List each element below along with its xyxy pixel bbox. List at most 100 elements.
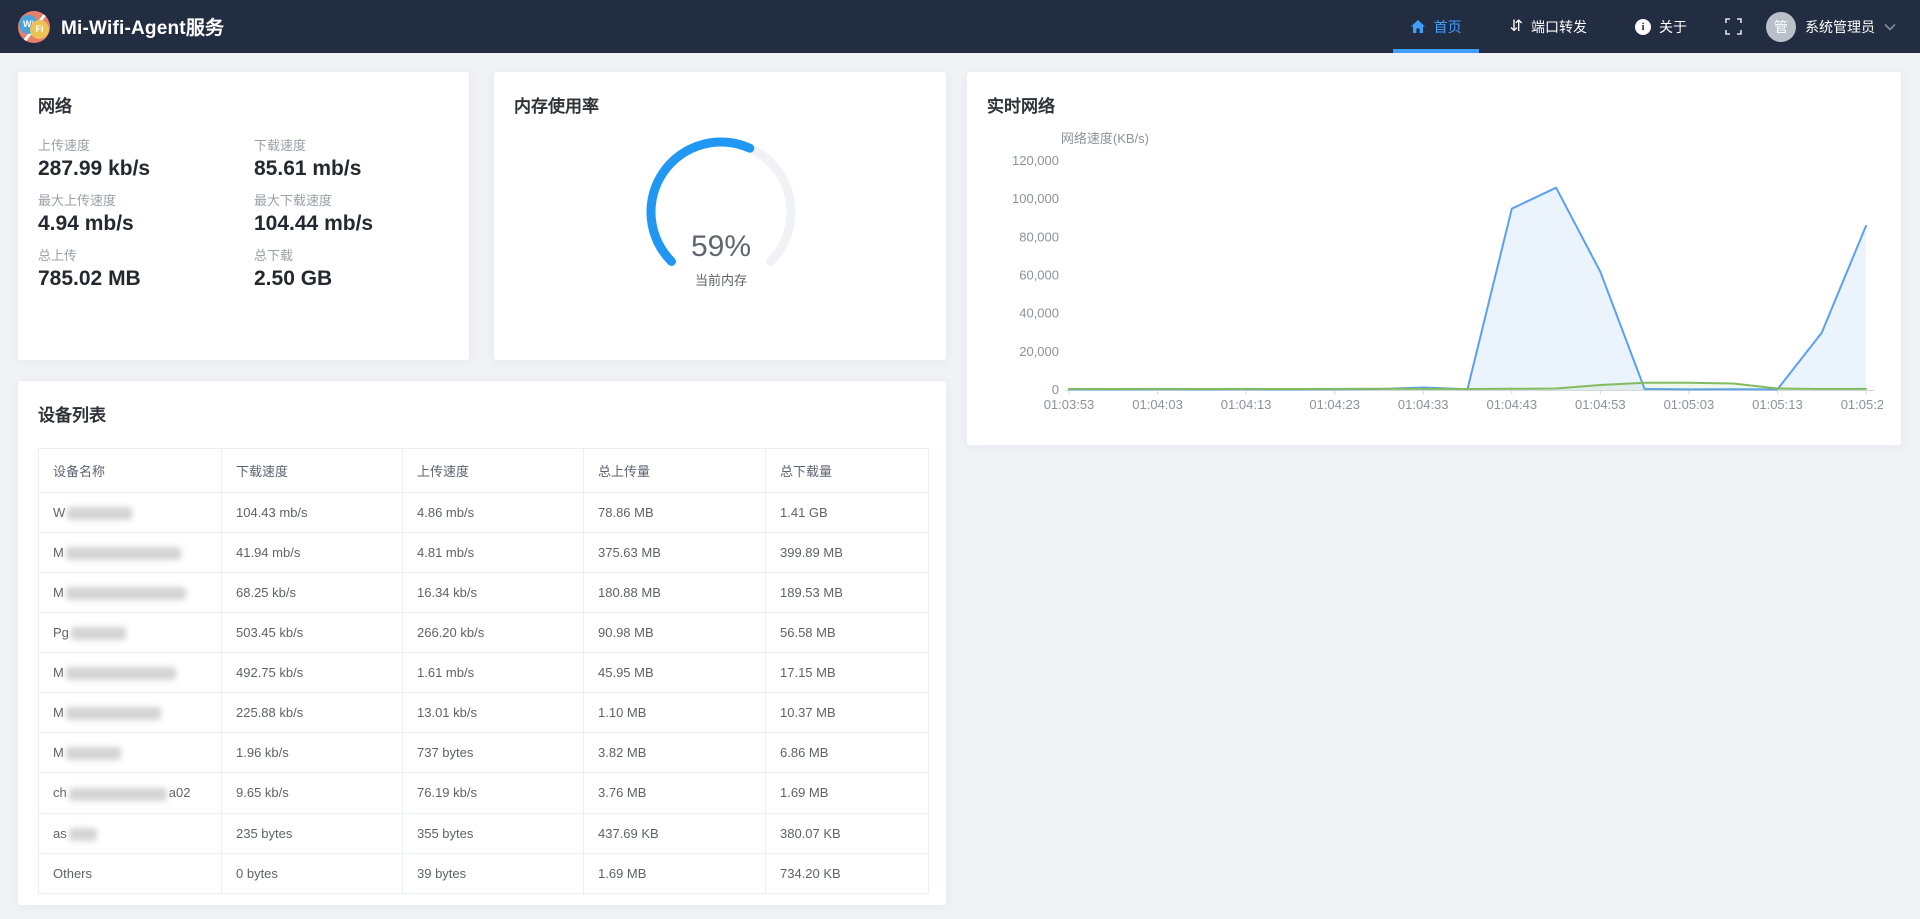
total-upload-cell: 78.86 MB bbox=[584, 493, 766, 533]
upload-speed-cell: 76.19 kb/s bbox=[403, 773, 584, 813]
upload-speed-cell: 737 bytes bbox=[403, 733, 584, 773]
total-upload-cell: 437.69 KB bbox=[584, 813, 766, 853]
x-tick-label: 01:05:13 bbox=[1752, 397, 1803, 412]
upload-speed-cell: 4.81 mb/s bbox=[403, 533, 584, 573]
memory-percent: 59% bbox=[631, 230, 811, 264]
nav-item-about[interactable]: i 关于 bbox=[1618, 0, 1704, 53]
stat-upload-speed: 上传速度 287.99 kb/s bbox=[38, 135, 254, 181]
y-axis-name: 网络速度(KB/s) bbox=[1061, 131, 1149, 146]
x-tick-label: 01:04:13 bbox=[1221, 397, 1272, 412]
gauge-readout: 59% 当前内存 bbox=[631, 230, 811, 289]
x-tick-label: 01:04:03 bbox=[1132, 397, 1183, 412]
total-download-cell: 380.07 KB bbox=[766, 813, 929, 853]
total-download-cell: 189.53 MB bbox=[766, 573, 929, 613]
nav-item-home[interactable]: 首页 bbox=[1393, 0, 1479, 53]
download-speed-cell: 492.75 kb/s bbox=[222, 653, 403, 693]
nav-item-label: 关于 bbox=[1659, 17, 1687, 37]
total-download-cell: 734.20 KB bbox=[766, 853, 929, 893]
table-row: cha029.65 kb/s76.19 kb/s3.76 MB1.69 MB bbox=[39, 773, 929, 813]
table-row: W104.43 mb/s4.86 mb/s78.86 MB1.41 GB bbox=[39, 493, 929, 533]
download-speed-cell: 235 bytes bbox=[222, 813, 403, 853]
col-total-upload: 总上传量 bbox=[584, 449, 766, 493]
logo-fi-badge: Fi bbox=[30, 20, 49, 39]
nav-menu: 首页 ⇵ 端口转发 i 关于 bbox=[1386, 0, 1711, 53]
upload-speed-cell: 13.01 kb/s bbox=[403, 693, 584, 733]
x-tick-label: 01:05:23 bbox=[1841, 397, 1883, 412]
user-menu[interactable]: 管 系统管理员 bbox=[1756, 0, 1896, 53]
col-device-name: 设备名称 bbox=[39, 449, 222, 493]
download-speed-cell: 9.65 kb/s bbox=[222, 773, 403, 813]
download-speed-cell: 41.94 mb/s bbox=[222, 533, 403, 573]
upload-speed-cell: 1.61 mb/s bbox=[403, 653, 584, 693]
total-upload-cell: 180.88 MB bbox=[584, 573, 766, 613]
download-speed-cell: 1.96 kb/s bbox=[222, 733, 403, 773]
upload-speed-cell: 16.34 kb/s bbox=[403, 573, 584, 613]
nav-item-label: 端口转发 bbox=[1531, 17, 1587, 37]
total-download-cell: 1.41 GB bbox=[766, 493, 929, 533]
y-tick-label: 100,000 bbox=[1012, 191, 1059, 206]
stat-download-speed: 下载速度 85.61 mb/s bbox=[254, 135, 449, 181]
device-list-title: 设备列表 bbox=[18, 381, 946, 426]
realtime-chart-svg: 网络速度(KB/s)020,00040,00060,00080,000100,0… bbox=[987, 123, 1883, 435]
info-icon: i bbox=[1635, 19, 1651, 35]
redacted-name-blur bbox=[66, 747, 121, 760]
total-upload-cell: 45.95 MB bbox=[584, 653, 766, 693]
memory-card-title: 内存使用率 bbox=[494, 72, 946, 117]
app-title: Mi-Wifi-Agent服务 bbox=[61, 13, 224, 40]
table-row: M492.75 kb/s1.61 mb/s45.95 MB17.15 MB bbox=[39, 653, 929, 693]
memory-gauge: 59% 当前内存 bbox=[631, 122, 811, 302]
total-upload-cell: 3.76 MB bbox=[584, 773, 766, 813]
total-upload-cell: 3.82 MB bbox=[584, 733, 766, 773]
total-download-cell: 6.86 MB bbox=[766, 733, 929, 773]
redacted-name-blur bbox=[66, 547, 181, 560]
stat-max-download-speed: 最大下载速度 104.44 mb/s bbox=[254, 190, 449, 236]
col-upload-speed: 上传速度 bbox=[403, 449, 584, 493]
total-upload-cell: 90.98 MB bbox=[584, 613, 766, 653]
table-row: Pg503.45 kb/s266.20 kb/s90.98 MB56.58 MB bbox=[39, 613, 929, 653]
port-forward-icon: ⇵ bbox=[1510, 19, 1523, 35]
stat-total-upload: 总上传 785.02 MB bbox=[38, 245, 254, 291]
device-name-cell: M bbox=[39, 733, 222, 773]
redacted-name-blur bbox=[69, 788, 167, 801]
upload-speed-cell: 4.86 mb/s bbox=[403, 493, 584, 533]
brand: Wi Fi Mi-Wifi-Agent服务 bbox=[18, 0, 224, 53]
device-name-cell: Pg bbox=[39, 613, 222, 653]
y-tick-label: 120,000 bbox=[1012, 153, 1059, 168]
y-tick-label: 80,000 bbox=[1019, 229, 1059, 244]
realtime-network-card: 实时网络 网络速度(KB/s)020,00040,00060,00080,000… bbox=[966, 71, 1902, 446]
device-name-cell: W bbox=[39, 493, 222, 533]
col-total-download: 总下载量 bbox=[766, 449, 929, 493]
nav-item-port-forward[interactable]: ⇵ 端口转发 bbox=[1493, 0, 1604, 53]
total-download-cell: 10.37 MB bbox=[766, 693, 929, 733]
stat-max-upload-speed: 最大上传速度 4.94 mb/s bbox=[38, 190, 254, 236]
main-content: 网络 上传速度 287.99 kb/s 下载速度 85.61 mb/s 最大上传… bbox=[0, 53, 1920, 906]
download-speed-cell: 503.45 kb/s bbox=[222, 613, 403, 653]
home-icon bbox=[1410, 19, 1426, 35]
x-tick-label: 01:04:23 bbox=[1309, 397, 1360, 412]
realtime-card-title: 实时网络 bbox=[967, 72, 1901, 117]
fullscreen-icon bbox=[1725, 18, 1742, 35]
fullscreen-button[interactable] bbox=[1711, 0, 1756, 53]
x-tick-label: 01:04:53 bbox=[1575, 397, 1626, 412]
avatar: 管 bbox=[1766, 12, 1796, 42]
download-speed-cell: 104.43 mb/s bbox=[222, 493, 403, 533]
device-name-cell: as bbox=[39, 813, 222, 853]
download-speed-cell: 68.25 kb/s bbox=[222, 573, 403, 613]
total-download-cell: 56.58 MB bbox=[766, 613, 929, 653]
download-speed-cell: 225.88 kb/s bbox=[222, 693, 403, 733]
device-name-cell: M bbox=[39, 573, 222, 613]
redacted-name-blur bbox=[66, 587, 186, 600]
x-tick-label: 01:04:33 bbox=[1398, 397, 1449, 412]
col-download-speed: 下载速度 bbox=[222, 449, 403, 493]
y-tick-label: 60,000 bbox=[1019, 268, 1059, 283]
x-tick-label: 01:05:03 bbox=[1664, 397, 1715, 412]
y-tick-label: 20,000 bbox=[1019, 344, 1059, 359]
memory-caption: 当前内存 bbox=[631, 270, 811, 289]
stat-total-download: 总下载 2.50 GB bbox=[254, 245, 449, 291]
chevron-down-icon bbox=[1884, 23, 1896, 31]
y-tick-label: 0 bbox=[1052, 382, 1059, 397]
table-row: M68.25 kb/s16.34 kb/s180.88 MB189.53 MB bbox=[39, 573, 929, 613]
network-stats: 上传速度 287.99 kb/s 下载速度 85.61 mb/s 最大上传速度 … bbox=[18, 117, 469, 300]
device-name-cell: M bbox=[39, 533, 222, 573]
redacted-name-blur bbox=[66, 707, 161, 720]
